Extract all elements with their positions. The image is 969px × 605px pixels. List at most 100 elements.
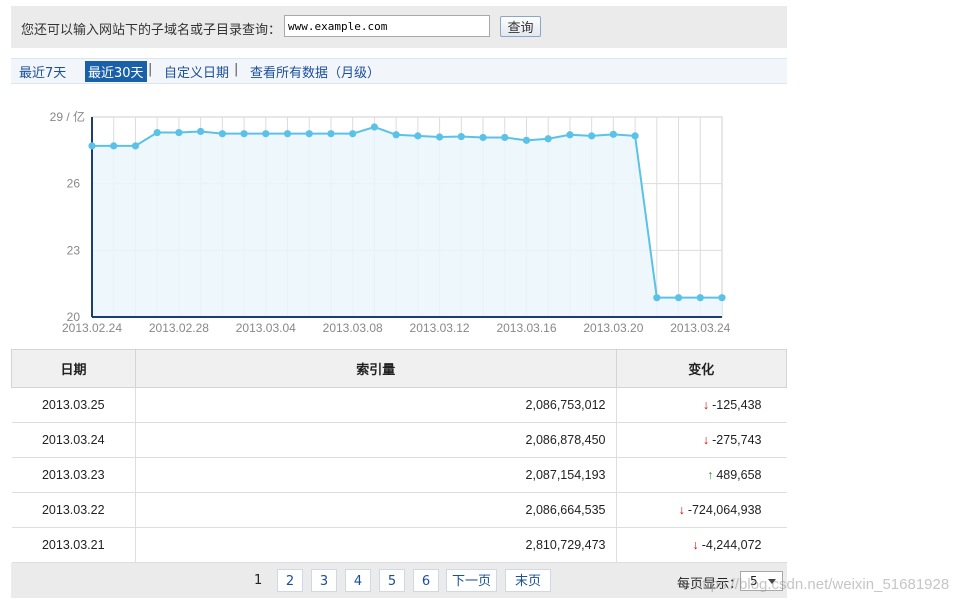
arrow-down-icon: ↓ <box>702 433 710 447</box>
table-row: 2013.03.25 2,086,753,012 ↓ -125,438 <box>11 387 787 423</box>
data-point <box>283 130 292 138</box>
series-area <box>92 127 722 317</box>
x-tick-label: 2013.03.20 <box>583 321 643 335</box>
data-point <box>609 130 617 138</box>
header-index: 索引量 <box>135 349 617 388</box>
tab-last-7-days[interactable]: 最近7天 <box>19 62 66 81</box>
table-row: 2013.03.22 2,086,664,535 ↓ -724,064,938 <box>11 492 787 528</box>
arrow-down-icon: ↓ <box>702 398 710 412</box>
data-point <box>479 133 487 142</box>
cell-index: 2,086,878,450 <box>135 422 617 458</box>
index-table: 日期 索引量 变化 2013.03.25 2,086,753,012 ↓ -125,4… <box>11 349 787 563</box>
query-bar: 您还可以输入网站下的子域名或子目录查询： 查询 <box>11 6 787 48</box>
table-row: 2013.03.23 2,087,154,193 ↑ 489,658 <box>11 457 787 493</box>
cell-date: 2013.03.25 <box>11 387 136 423</box>
data-point <box>305 130 313 138</box>
pagination: 1 2 3 4 5 6 下一页 末页 每页显示： 5 <box>11 563 787 598</box>
x-tick-label: 2013.02.24 <box>62 321 122 335</box>
x-tick-label: 2013.03.12 <box>410 321 470 335</box>
x-tick-label: 2013.02.28 <box>149 321 209 335</box>
arrow-down-icon: ↓ <box>678 503 685 517</box>
change-value: -125,438 <box>712 398 762 412</box>
cell-change: ↓ -275,743 <box>616 422 787 458</box>
x-tick-label: 2013.03.08 <box>323 321 383 335</box>
data-point <box>718 294 726 302</box>
page-5-button[interactable]: 5 <box>379 569 405 592</box>
y-tick-label: 26 <box>67 177 81 191</box>
arrow-up-icon: ↑ <box>707 468 714 482</box>
last-page-button[interactable]: 末页 <box>505 569 551 592</box>
y-tick-label: 23 <box>67 243 81 257</box>
tab-all-data-monthly[interactable]: 查看所有数据（月级） <box>250 62 380 81</box>
tab-custom-date[interactable]: 自定义日期 <box>164 62 229 81</box>
cell-index: 2,086,664,535 <box>135 492 617 528</box>
data-point <box>522 136 531 144</box>
data-point <box>110 142 118 150</box>
tab-separator: | <box>148 62 153 77</box>
cell-index: 2,087,154,193 <box>135 457 617 493</box>
query-button[interactable]: 查询 <box>500 16 541 37</box>
header-change: 变化 <box>615 349 787 388</box>
cell-date: 2013.03.23 <box>11 457 136 493</box>
data-point <box>370 123 379 131</box>
data-point <box>218 130 226 138</box>
data-point <box>653 294 661 302</box>
cell-change: ↓ -125,438 <box>616 387 787 423</box>
cell-change: ↓ -724,064,938 <box>616 492 787 528</box>
cell-date: 2013.03.22 <box>11 492 136 528</box>
page-2-button[interactable]: 2 <box>277 569 303 592</box>
watermark: https://blog.csdn.net/weixin_51681928 <box>694 576 950 593</box>
data-point <box>457 132 465 141</box>
data-point <box>566 131 574 139</box>
data-point <box>153 128 161 137</box>
x-tick-label: 2013.03.16 <box>496 321 556 335</box>
change-value: 489,658 <box>716 468 762 482</box>
query-label: 您还可以输入网站下的子域名或子目录查询： <box>21 23 282 38</box>
x-tick-label: 2013.03.24 <box>670 321 730 335</box>
index-chart-svg: 29 / 亿2623202013.02.24 2013.02.28 2013.03.… <box>50 109 731 335</box>
cell-date: 2013.03.21 <box>11 527 136 563</box>
data-point <box>88 142 96 150</box>
table-header-row: 日期 索引量 变化 <box>11 349 787 388</box>
data-point <box>349 130 357 138</box>
range-tabs: 最近7天 最近30天 | 自定义日期 | 查看所有数据（月级） <box>11 58 787 84</box>
data-point <box>435 133 444 141</box>
data-point <box>392 131 400 139</box>
data-point <box>327 130 335 138</box>
cell-change: ↓ -4,244,072 <box>616 527 787 563</box>
data-point <box>131 142 140 150</box>
table-row: 2013.03.24 2,086,878,450 ↓ -275,743 <box>11 422 787 458</box>
data-point <box>696 294 704 302</box>
domain-input[interactable] <box>284 15 490 37</box>
data-point <box>501 133 509 142</box>
header-date: 日期 <box>11 349 136 388</box>
cell-change: ↑ 489,658 <box>616 457 787 493</box>
data-point <box>240 130 248 138</box>
index-chart: 29 / 亿 26 23 20 2013.02.24 2013.02.28 2013.03.… <box>40 105 750 342</box>
change-value: -724,064,938 <box>687 503 762 517</box>
data-point <box>414 132 422 140</box>
next-page-button[interactable]: 下一页 <box>446 569 497 592</box>
table-row: 2013.03.21 2,810,729,473 ↓ -4,244,072 <box>11 527 787 563</box>
data-point <box>588 132 596 140</box>
data-point <box>674 294 683 302</box>
table-body: 2013.03.25 2,086,753,012 ↓ -125,438 2013.03.… <box>11 387 787 563</box>
tab-last-30-days[interactable]: 最近30天 <box>85 61 147 82</box>
change-value: -275,743 <box>712 433 762 447</box>
page-4-button[interactable]: 4 <box>345 569 371 592</box>
page-3-button[interactable]: 3 <box>311 569 337 592</box>
cell-date: 2013.03.24 <box>11 422 136 458</box>
data-point <box>631 132 639 140</box>
cell-index: 2,086,753,012 <box>135 387 617 423</box>
data-point <box>197 127 205 136</box>
data-point <box>175 128 183 137</box>
page-6-button[interactable]: 6 <box>413 569 439 592</box>
current-page: 1 <box>254 573 263 588</box>
cell-index: 2,810,729,473 <box>135 527 617 563</box>
data-point <box>262 130 270 138</box>
change-value: -4,244,072 <box>701 538 762 552</box>
tab-separator: | <box>234 62 239 77</box>
data-point <box>544 135 552 143</box>
arrow-down-icon: ↓ <box>692 538 699 552</box>
x-tick-label: 2013.03.04 <box>236 321 296 335</box>
